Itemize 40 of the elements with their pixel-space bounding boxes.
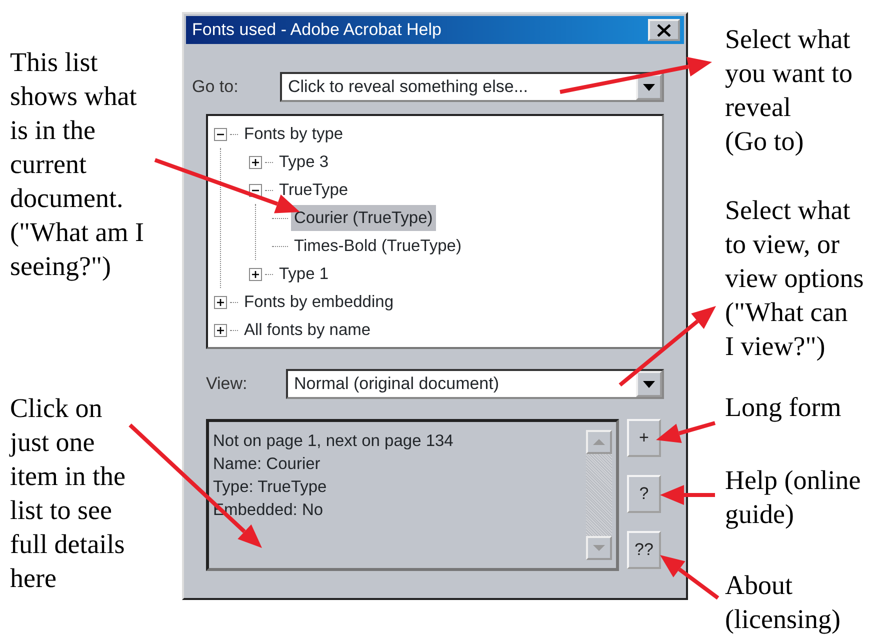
annotation-text: Help (online guide) bbox=[725, 464, 862, 531]
annotation-text: About (licensing) bbox=[725, 569, 842, 635]
view-label: View: bbox=[206, 373, 248, 396]
callout-arrow bbox=[660, 555, 720, 600]
tree-item[interactable]: All fonts by name bbox=[241, 316, 374, 344]
caret-icon bbox=[643, 84, 655, 90]
caret-icon bbox=[643, 380, 655, 388]
expand-icon[interactable] bbox=[214, 324, 227, 336]
tree-item[interactable]: Fonts by embedding bbox=[241, 288, 397, 316]
details-line: Type: TrueType bbox=[213, 477, 328, 498]
details-line: Not on page 1, next on page 134 bbox=[213, 431, 454, 452]
goto-dropdown[interactable]: Click to reveal something else... bbox=[280, 72, 664, 102]
about-button[interactable]: ?? bbox=[627, 531, 661, 569]
tree-item[interactable]: Courier (TrueType) bbox=[291, 204, 436, 232]
help-button[interactable]: ? bbox=[627, 475, 661, 513]
goto-label: Go to: bbox=[192, 76, 240, 98]
tree-item[interactable]: TrueType bbox=[276, 176, 352, 204]
window-title: Fonts used - Adobe Acrobat Help bbox=[192, 19, 442, 42]
expand-icon[interactable] bbox=[214, 296, 227, 308]
close-button[interactable] bbox=[648, 19, 680, 41]
view-dropdown[interactable]: Normal (original document) bbox=[286, 369, 664, 399]
callout-arrow bbox=[656, 421, 716, 443]
tree-item[interactable]: Type 1 bbox=[276, 260, 332, 288]
close-icon bbox=[657, 24, 671, 36]
expand-icon[interactable] bbox=[249, 268, 262, 280]
expand-icon[interactable] bbox=[249, 156, 262, 168]
dropdown-button[interactable] bbox=[636, 371, 662, 397]
dropdown-button[interactable] bbox=[636, 74, 662, 100]
annotation-text: Select what to view, or view options ("What can I view?") bbox=[725, 194, 864, 363]
annotation-text: Click on just one item in the list to see full details here bbox=[10, 392, 126, 595]
long-form-button[interactable]: + bbox=[627, 419, 661, 457]
details-line: Name: Courier bbox=[213, 454, 322, 475]
annotation-text: This list shows what is in the current document. ("What am I seeing?") bbox=[10, 46, 145, 283]
callout-arrow bbox=[660, 485, 715, 505]
tree-item[interactable]: Times-Bold (TrueType) bbox=[291, 232, 464, 260]
annotation-text: Long form bbox=[725, 391, 842, 424]
tree-item[interactable]: Fonts by type bbox=[241, 120, 346, 148]
collapse-icon[interactable] bbox=[214, 128, 227, 140]
tree-item[interactable]: Type 3 bbox=[276, 148, 332, 176]
annotation-text: Select what you want to reveal (Go to) bbox=[725, 23, 854, 158]
